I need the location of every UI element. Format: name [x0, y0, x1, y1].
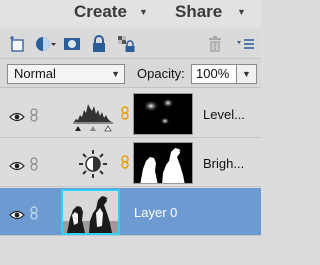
layer-mask-thumbnail[interactable] — [133, 142, 193, 184]
lock-transparency-icon[interactable] — [117, 35, 135, 53]
opacity-dropdown-button[interactable]: ▼ — [237, 64, 257, 84]
new-layer-icon[interactable] — [9, 35, 27, 53]
layer-name[interactable]: Layer 0 — [134, 205, 177, 220]
layers-toolbar — [0, 30, 261, 58]
visibility-eye-icon[interactable] — [9, 207, 25, 225]
layer-row-brightness[interactable]: Brigh... — [0, 139, 261, 187]
chevron-down-icon: ▼ — [111, 69, 120, 79]
layers-list: Level... Brigh... Layer 0 — [0, 89, 261, 265]
layer-name[interactable]: Brigh... — [203, 156, 244, 171]
levels-histogram-icon — [73, 98, 113, 132]
layer-mask-thumbnail[interactable] — [133, 93, 193, 135]
add-mask-icon[interactable] — [63, 35, 81, 53]
link-icon[interactable] — [30, 108, 38, 127]
top-bar: Create ▼ Share ▼ — [0, 0, 261, 28]
layer-row-levels[interactable]: Level... — [0, 90, 261, 138]
opacity-input[interactable]: 100% — [191, 64, 237, 84]
trash-icon[interactable] — [206, 35, 224, 53]
visibility-eye-icon[interactable] — [9, 158, 25, 176]
layer-image-thumbnail[interactable] — [61, 189, 120, 235]
link-icon[interactable] — [30, 206, 38, 225]
adjustment-layer-icon[interactable] — [35, 35, 56, 53]
brightness-contrast-icon — [73, 147, 113, 181]
mask-link-icon[interactable] — [121, 106, 129, 125]
visibility-eye-icon[interactable] — [9, 109, 25, 127]
create-menu[interactable]: Create — [74, 2, 127, 22]
opacity-label: Opacity: — [137, 66, 185, 81]
panel-menu-icon[interactable] — [236, 35, 254, 53]
blend-opacity-row: Normal ▼ Opacity: 100% ▼ — [0, 58, 261, 88]
create-menu-caret-icon[interactable]: ▼ — [139, 7, 148, 17]
lock-all-icon[interactable] — [90, 35, 108, 53]
blend-mode-value: Normal — [14, 66, 56, 81]
share-menu[interactable]: Share — [175, 2, 222, 22]
layer-row-layer-0[interactable]: Layer 0 — [0, 188, 261, 236]
share-menu-caret-icon[interactable]: ▼ — [237, 7, 246, 17]
blend-mode-dropdown[interactable]: Normal ▼ — [7, 64, 125, 84]
mask-link-icon[interactable] — [121, 155, 129, 174]
layer-name[interactable]: Level... — [203, 107, 245, 122]
link-icon[interactable] — [30, 157, 38, 176]
